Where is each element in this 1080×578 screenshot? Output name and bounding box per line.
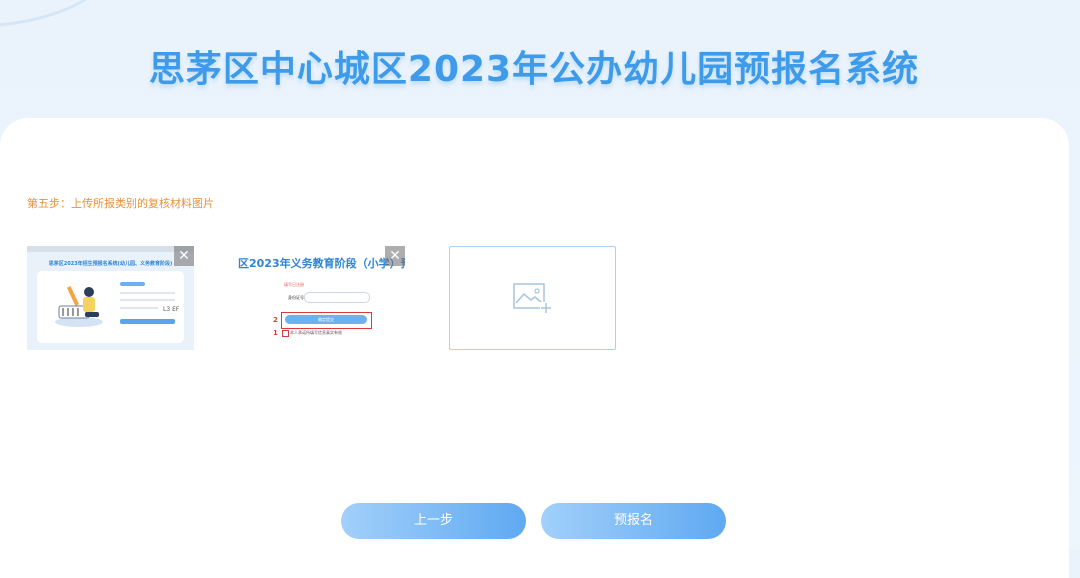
- previous-step-button[interactable]: 上一步: [341, 503, 526, 539]
- preview-input: [304, 292, 370, 303]
- remove-image-button[interactable]: ✕: [174, 246, 194, 266]
- preview-title: 区2023年义务教育阶段（小学）预报: [238, 257, 405, 270]
- preview-captcha: L3 EF: [163, 306, 180, 313]
- uploaded-image-thumbnail[interactable]: 思茅区2023年招生预报名系统(幼儿园、义务教育阶段) L3 EF ✕: [27, 246, 194, 350]
- marker-2: 2: [273, 316, 278, 324]
- pre-register-button[interactable]: 预报名: [541, 503, 726, 539]
- marker-1: 1: [273, 329, 278, 337]
- upload-image-button[interactable]: [449, 246, 616, 350]
- preview-button: [120, 319, 175, 324]
- preview-tip: 填写已注册: [284, 282, 304, 287]
- add-image-icon: [513, 283, 552, 314]
- preview-checkbox-text: 本人承诺所填写信息真实有效: [290, 330, 342, 335]
- browser-bar: [27, 246, 194, 252]
- preview-checkbox: [282, 330, 289, 337]
- preview-field: [120, 292, 175, 294]
- uploaded-image-thumbnail[interactable]: 区2023年义务教育阶段（小学）预报 填写已注册 身份证号 2 确定提交 1 本…: [238, 246, 405, 350]
- preview-tab: [120, 282, 145, 286]
- preview-field: [120, 299, 175, 301]
- preview-field-label: 身份证号: [288, 295, 304, 300]
- preview-title: 思茅区2023年招生预报名系统(幼儿园、义务教育阶段): [48, 261, 173, 267]
- decorative-arc: [0, 0, 128, 43]
- preview-field: [120, 307, 158, 309]
- remove-image-button[interactable]: ✕: [385, 246, 405, 266]
- step-label: 第五步：上传所报类别的复核材料图片: [27, 197, 214, 210]
- page-title: 思茅区中心城区2023年公办幼儿园预报名系统: [148, 49, 920, 90]
- preview-button: 确定提交: [285, 315, 367, 324]
- illustration-icon: [55, 286, 103, 327]
